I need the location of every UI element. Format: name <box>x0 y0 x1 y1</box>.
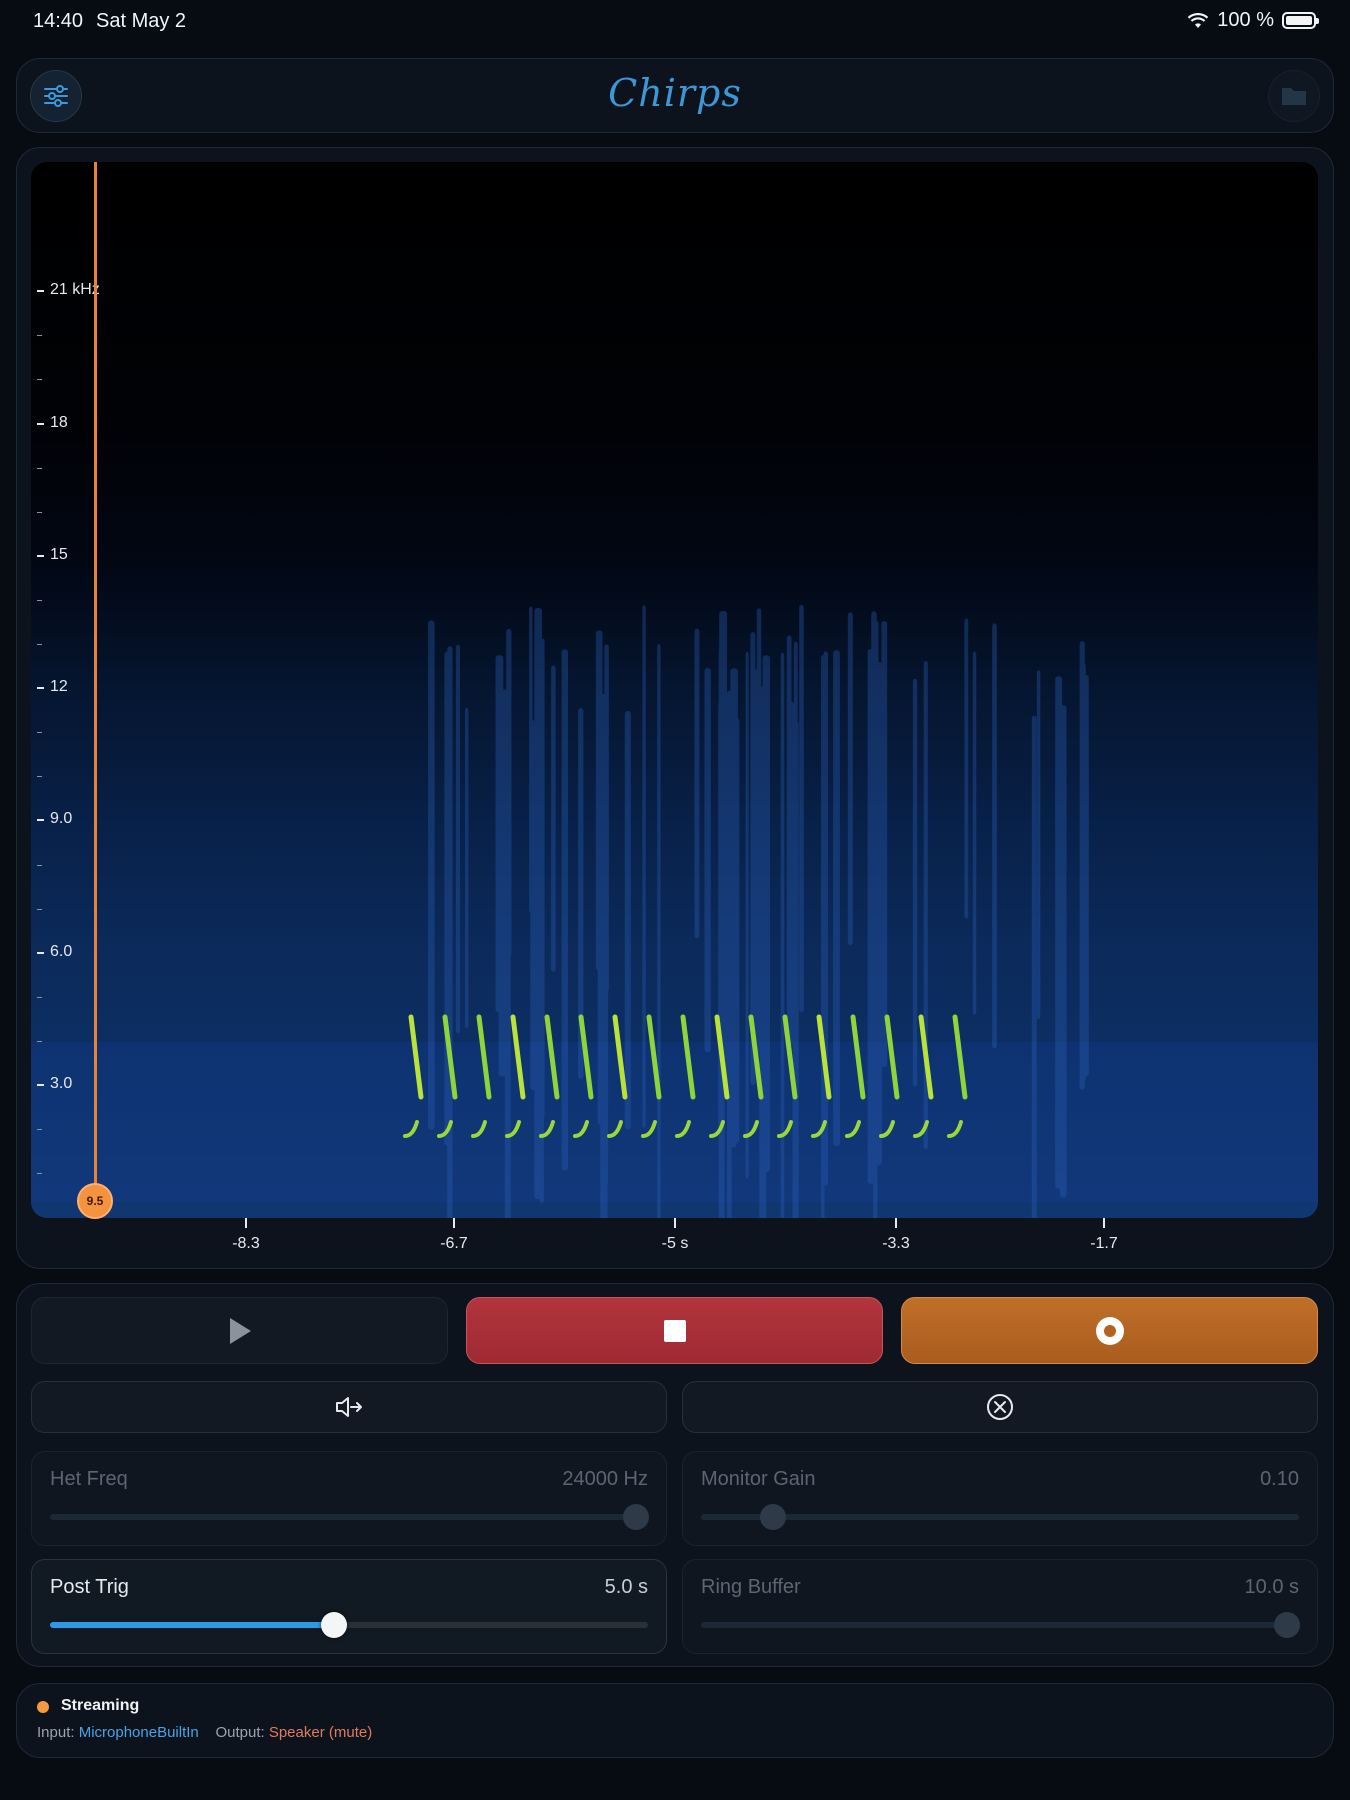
y-minor-tick <box>37 776 42 778</box>
y-tick-label: 6.0 <box>50 942 73 960</box>
play-icon <box>229 1317 251 1344</box>
speaker-output-icon <box>336 1397 362 1417</box>
y-tick <box>37 819 44 822</box>
het-freq-label: Het Freq <box>50 1468 128 1490</box>
x-tick-label: -5 s <box>661 1235 689 1252</box>
io-info: Input: MicrophoneBuiltIn Output: Speaker… <box>37 1724 372 1741</box>
x-tick <box>245 1218 247 1228</box>
post-trig-slider-card: Post Trig 5.0 s <box>31 1559 667 1654</box>
post-trig-label: Post Trig <box>50 1576 129 1598</box>
y-tick-label: 9.0 <box>50 810 73 828</box>
x-tick <box>674 1218 676 1228</box>
header-bar: Chirps <box>16 58 1334 133</box>
y-minor-tick <box>37 1173 42 1175</box>
x-tick-label: -6.7 <box>440 1235 468 1252</box>
output-label: Output: <box>215 1724 265 1741</box>
ring-buffer-label: Ring Buffer <box>701 1576 801 1598</box>
y-tick-label: 18 <box>50 413 68 431</box>
y-minor-tick <box>37 335 42 337</box>
streaming-indicator-dot <box>37 1701 49 1713</box>
record-icon <box>1095 1316 1124 1345</box>
monitor-gain-thumb[interactable] <box>759 1504 786 1530</box>
monitor-gain-slider[interactable] <box>701 1504 1299 1530</box>
record-button[interactable] <box>901 1297 1318 1364</box>
het-freq-thumb[interactable] <box>623 1504 650 1530</box>
y-minor-tick <box>37 644 42 645</box>
clear-x-icon <box>987 1394 1013 1420</box>
playhead-line[interactable] <box>94 162 97 1202</box>
y-minor-tick <box>37 908 42 910</box>
clear-button[interactable] <box>682 1381 1318 1433</box>
status-indicators: 100 % <box>1187 9 1319 32</box>
input-device: MicrophoneBuiltIn <box>78 1724 199 1741</box>
het-freq-slider-card: Het Freq 24000 Hz <box>31 1451 667 1546</box>
y-minor-tick <box>37 732 42 734</box>
status-bar: 14:40 Sat May 2 100 % <box>0 0 1350 44</box>
y-minor-tick <box>37 599 42 601</box>
playhead-handle[interactable]: 9.5 <box>77 1183 113 1219</box>
spectrogram-image <box>31 562 1318 1218</box>
y-tick-label: 15 <box>50 545 68 563</box>
y-minor-tick <box>37 379 42 381</box>
y-minor-tick <box>37 467 42 469</box>
ring-buffer-slider-card: Ring Buffer 10.0 s <box>682 1559 1318 1654</box>
ring-buffer-thumb[interactable] <box>1274 1612 1301 1638</box>
ring-buffer-slider[interactable] <box>701 1612 1301 1638</box>
y-minor-tick <box>37 511 42 513</box>
y-minor-tick <box>37 1040 42 1042</box>
input-label: Input: <box>37 1724 75 1741</box>
y-tick-label: 21 kHz <box>50 281 100 299</box>
post-trig-thumb[interactable] <box>321 1612 348 1638</box>
y-minor-tick <box>37 996 42 998</box>
clock: 14:40 <box>33 10 84 32</box>
wifi-icon <box>1188 12 1209 28</box>
het-freq-slider[interactable] <box>50 1504 650 1530</box>
post-trig-slider[interactable] <box>50 1612 648 1638</box>
y-tick <box>37 422 44 425</box>
spectrogram-view[interactable] <box>31 162 1318 1218</box>
y-tick <box>37 1084 44 1086</box>
y-tick <box>37 687 44 690</box>
y-minor-tick <box>37 1129 42 1131</box>
battery-percent: 100 % <box>1217 9 1274 31</box>
play-button[interactable] <box>31 1297 448 1364</box>
date: Sat May 2 <box>96 10 187 32</box>
x-tick-label: -1.7 <box>1090 1235 1118 1252</box>
output-device: Speaker (mute) <box>268 1724 373 1741</box>
output-route-button[interactable] <box>31 1381 667 1433</box>
y-tick-label: 12 <box>50 678 68 696</box>
streaming-status: Streaming <box>61 1697 140 1714</box>
het-freq-value: 24000 Hz <box>562 1468 648 1490</box>
stop-icon <box>663 1319 686 1342</box>
status-footer <box>16 1683 1334 1758</box>
ring-buffer-value: 10.0 s <box>1244 1576 1299 1598</box>
files-button[interactable] <box>1268 70 1320 122</box>
app-title: Chirps <box>608 71 742 115</box>
battery-icon <box>1282 12 1319 29</box>
y-tick <box>37 951 44 954</box>
post-trig-fill <box>50 1622 335 1628</box>
monitor-gain-slider-card: Monitor Gain 0.10 <box>682 1451 1318 1546</box>
folder-icon <box>1282 88 1306 105</box>
monitor-gain-value: 0.10 <box>1260 1468 1299 1490</box>
x-tick-label: -8.3 <box>232 1235 260 1252</box>
y-tick <box>37 554 44 557</box>
y-tick-label: 3.0 <box>50 1075 73 1092</box>
post-trig-value: 5.0 s <box>604 1576 648 1598</box>
x-tick <box>1103 1218 1105 1228</box>
y-tick <box>37 290 44 293</box>
x-tick-label: -3.3 <box>882 1235 910 1252</box>
x-tick <box>895 1218 897 1228</box>
x-tick <box>453 1218 455 1228</box>
monitor-gain-label: Monitor Gain <box>701 1468 816 1490</box>
stop-button[interactable] <box>466 1297 883 1364</box>
y-minor-tick <box>37 864 42 866</box>
